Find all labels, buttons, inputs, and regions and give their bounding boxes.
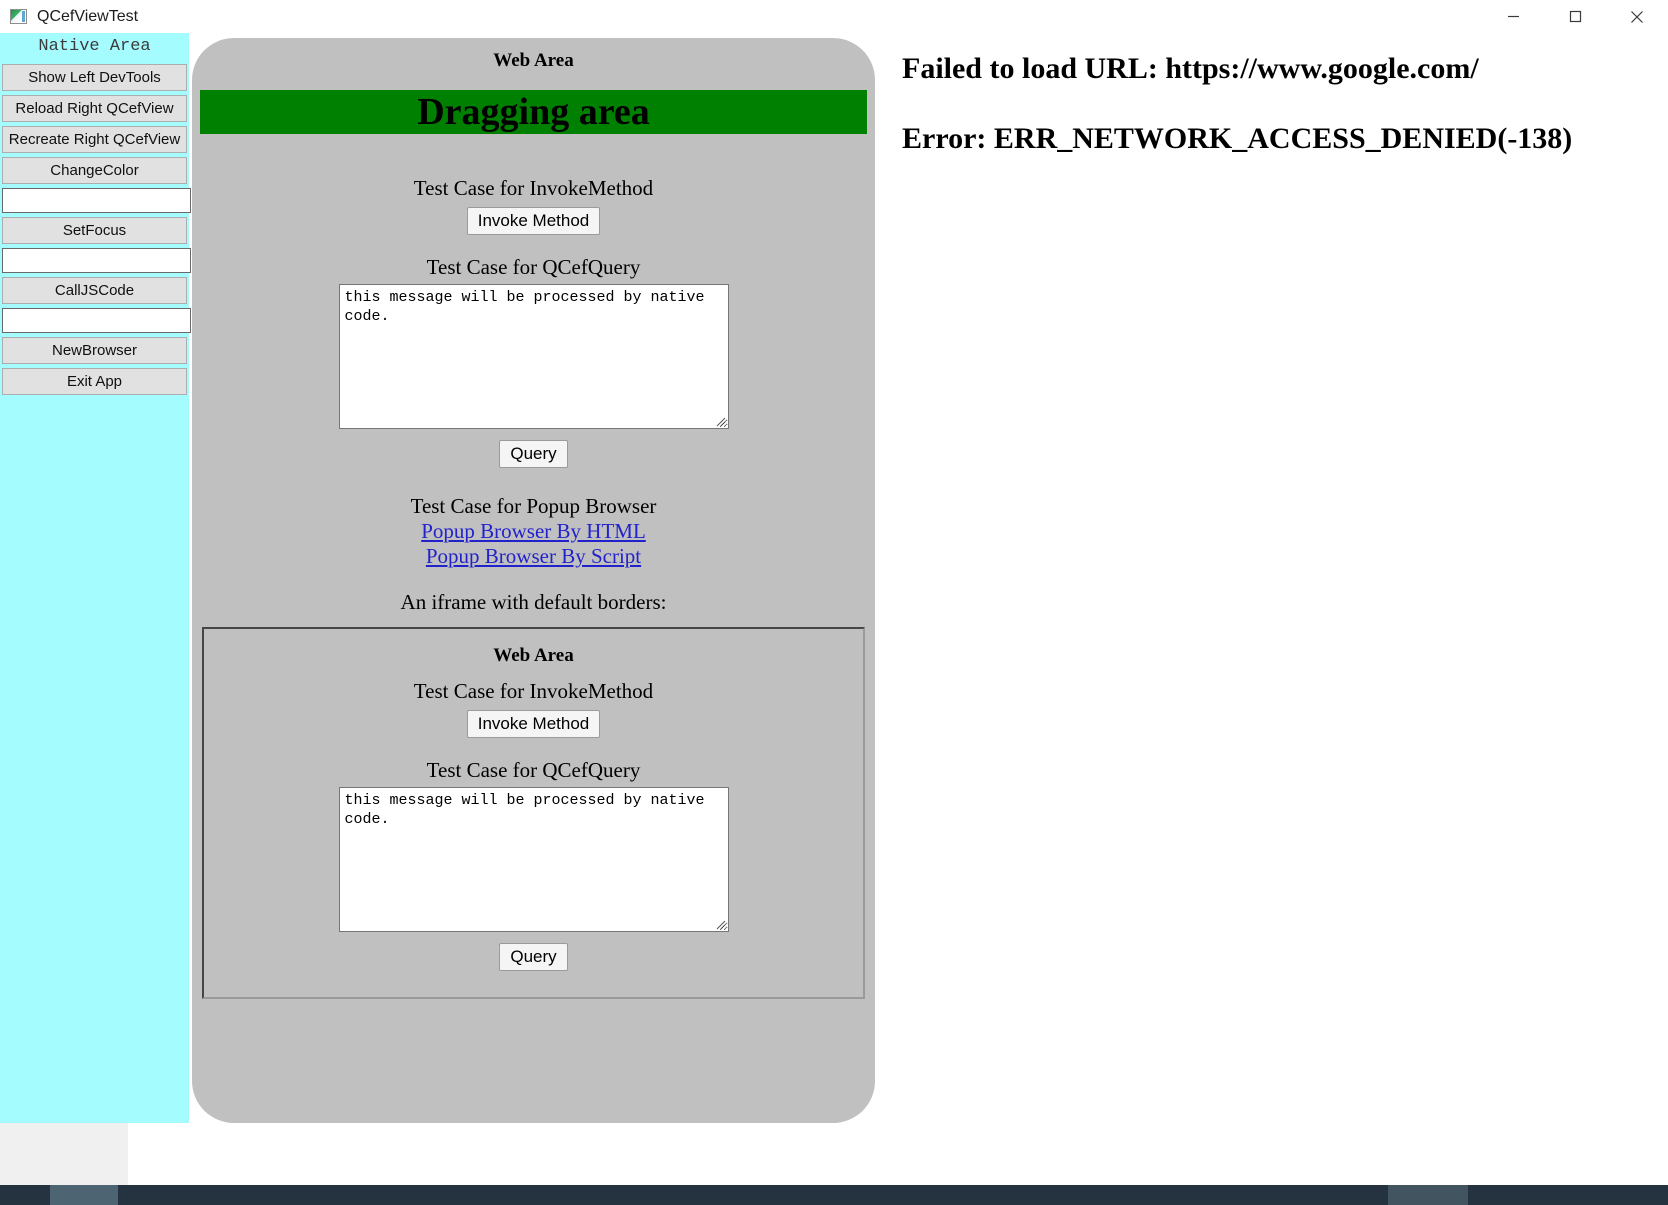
- embedded-iframe: Web Area Test Case for InvokeMethod Invo…: [202, 627, 865, 999]
- iframe-qcef-query-case-label: Test Case for QCefQuery: [426, 758, 641, 782]
- window-title: QCefViewTest: [37, 7, 139, 25]
- app-icon: [10, 9, 27, 24]
- close-icon[interactable]: [1606, 0, 1668, 33]
- error-url-text: Failed to load URL: https://www.google.c…: [902, 52, 1479, 85]
- iframe-invoke-method-button[interactable]: Invoke Method: [466, 710, 601, 738]
- maximize-icon[interactable]: [1544, 0, 1606, 33]
- invoke-method-case-label: Test Case for InvokeMethod: [413, 176, 654, 200]
- taskbar-segment-right: [1468, 1185, 1668, 1205]
- invoke-method-button[interactable]: Invoke Method: [466, 207, 601, 235]
- iframe-invoke-method-case-label: Test Case for InvokeMethod: [413, 679, 654, 703]
- window-bottom-area: [0, 1123, 1668, 1185]
- taskbar-segment-active: [50, 1185, 118, 1205]
- dragging-area[interactable]: Dragging area: [200, 90, 867, 134]
- resize-grip-icon: [716, 920, 725, 930]
- native-area-panel: Native Area Show Left DevTools Reload Ri…: [0, 33, 191, 1123]
- iframe-qcef-query-textarea[interactable]: this message will be processed by native…: [338, 787, 729, 932]
- taskbar-segment-left: [0, 1185, 50, 1205]
- taskbar-segment-right-accent: [1388, 1185, 1468, 1205]
- minimize-icon[interactable]: [1482, 0, 1544, 33]
- web-area-panel: Web Area Dragging area Test Case for Inv…: [192, 38, 875, 1123]
- call-js-code-input[interactable]: [2, 308, 191, 333]
- bottom-left-segment: [0, 1123, 128, 1185]
- native-area-title: Native Area: [0, 33, 189, 60]
- iframe-qcef-query-button[interactable]: Query: [499, 943, 568, 971]
- show-left-devtools-button[interactable]: Show Left DevTools: [2, 64, 187, 91]
- change-color-button[interactable]: ChangeColor: [2, 157, 187, 184]
- exit-app-button[interactable]: Exit App: [2, 368, 187, 395]
- iframe-qcef-query-textarea-value: this message will be processed by native…: [344, 792, 705, 828]
- iframe-web-area-heading: Web Area: [493, 645, 574, 666]
- window-titlebar: QCefViewTest: [0, 0, 1668, 33]
- web-area-heading: Web Area: [493, 50, 574, 71]
- set-focus-button[interactable]: SetFocus: [2, 217, 187, 244]
- window-controls: [1482, 0, 1668, 33]
- iframe-note: An iframe with default borders:: [400, 590, 667, 614]
- popup-browser-case-label: Test Case for Popup Browser: [410, 494, 657, 518]
- reload-right-qcefview-button[interactable]: Reload Right QCefView: [2, 95, 187, 122]
- qcef-query-textarea[interactable]: this message will be processed by native…: [338, 284, 729, 429]
- resize-grip-icon: [716, 417, 725, 427]
- recreate-right-qcefview-button[interactable]: Recreate Right QCefView: [2, 126, 187, 153]
- desktop-taskbar: [0, 1185, 1668, 1205]
- right-browser-panel: Failed to load URL: https://www.google.c…: [884, 38, 1668, 1123]
- qcef-query-button[interactable]: Query: [499, 440, 568, 468]
- call-js-code-button[interactable]: CallJSCode: [2, 277, 187, 304]
- new-browser-button[interactable]: NewBrowser: [2, 337, 187, 364]
- error-code-text: Error: ERR_NETWORK_ACCESS_DENIED(-138): [902, 122, 1573, 155]
- popup-browser-by-script-link[interactable]: Popup Browser By Script: [192, 544, 875, 569]
- popup-browser-by-html-link[interactable]: Popup Browser By HTML: [192, 519, 875, 544]
- qcef-query-case-label: Test Case for QCefQuery: [426, 255, 641, 279]
- qcef-query-textarea-value: this message will be processed by native…: [344, 289, 705, 325]
- change-color-input[interactable]: [2, 188, 191, 213]
- set-focus-input[interactable]: [2, 248, 191, 273]
